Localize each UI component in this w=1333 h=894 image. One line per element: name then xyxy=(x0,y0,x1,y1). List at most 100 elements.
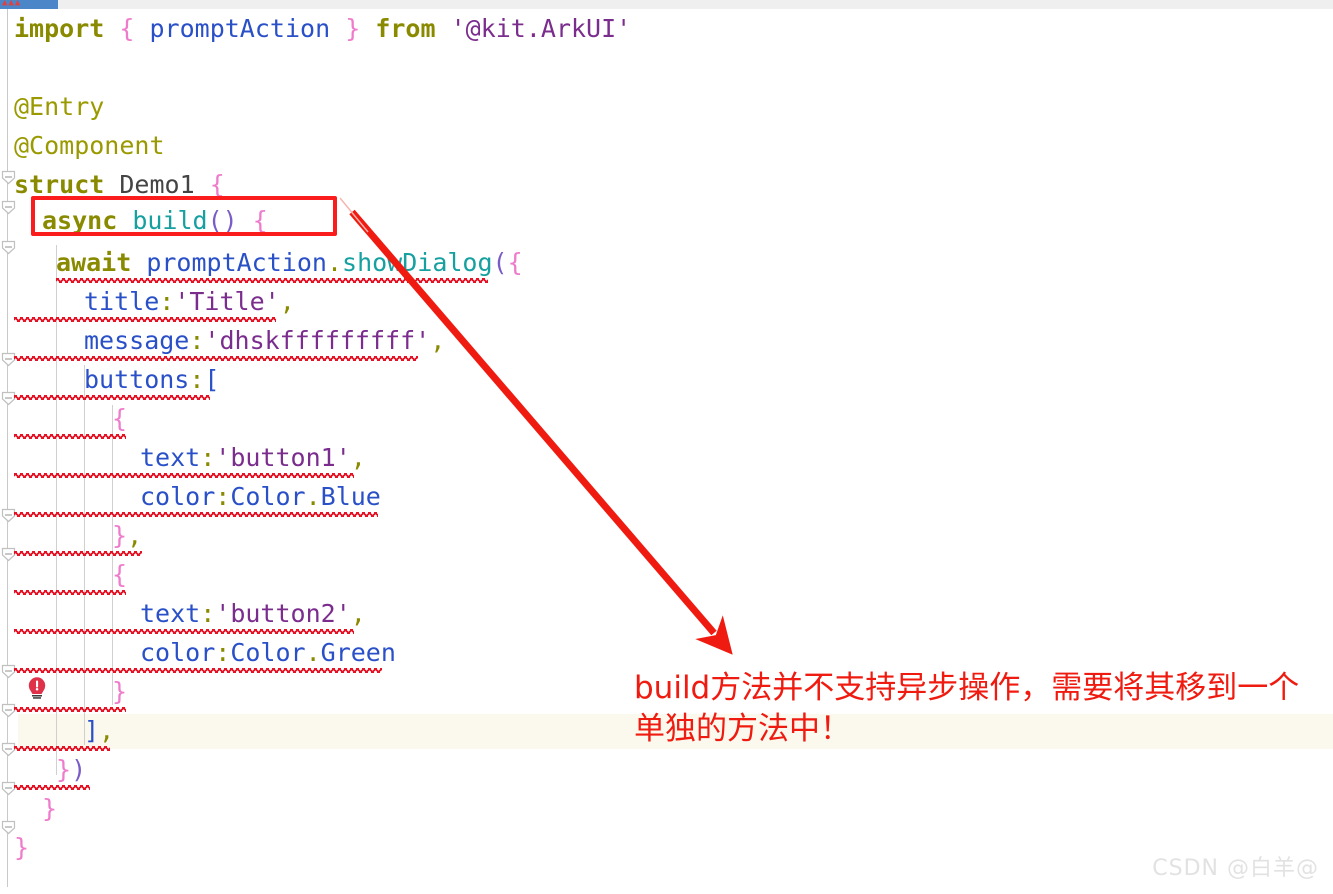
error-squiggle xyxy=(14,629,354,634)
code-token: 'button1' xyxy=(215,443,351,472)
code-token: buttons xyxy=(84,365,190,394)
code-line[interactable]: { xyxy=(112,399,127,438)
code-token: . xyxy=(326,248,343,277)
code-token: Green xyxy=(320,638,396,667)
code-line[interactable]: color:Color.Blue xyxy=(140,477,381,516)
error-squiggle xyxy=(14,434,126,439)
annotation-text: build方法并不支持异步操作，需要将其移到一个 单独的方法中！ xyxy=(634,668,1324,750)
error-squiggle xyxy=(14,512,378,517)
error-squiggle xyxy=(14,317,276,322)
code-token: text xyxy=(140,443,201,472)
code-token: [ xyxy=(204,365,220,394)
code-token: ( xyxy=(492,248,508,277)
error-squiggle xyxy=(14,473,354,478)
code-line[interactable]: title:'Title', xyxy=(84,282,295,321)
watermark: CSDN @白羊@ xyxy=(1152,856,1319,881)
code-token: @Component xyxy=(14,131,165,160)
code-line[interactable]: @Entry xyxy=(14,87,104,126)
code-token: struct xyxy=(14,170,105,199)
code-token: Demo1 xyxy=(119,170,195,199)
error-stripe-marks: ▲▲▲ xyxy=(2,0,22,8)
top-scrollbar-track[interactable]: ▲▲▲ xyxy=(0,0,1333,9)
code-token: : xyxy=(189,365,205,394)
error-squiggle xyxy=(14,746,110,751)
code-line[interactable]: }, xyxy=(112,516,142,555)
code-token: Color xyxy=(230,638,306,667)
code-line[interactable]: message:'dhskfffffffff', xyxy=(84,321,445,360)
code-token: : xyxy=(200,443,216,472)
code-token: '@kit.ArkUI' xyxy=(450,14,632,43)
code-token: from xyxy=(375,14,436,43)
code-token: } xyxy=(14,833,30,862)
code-line[interactable]: ], xyxy=(84,711,114,750)
code-token: await xyxy=(56,248,132,277)
code-token: 'dhskfffffffff' xyxy=(204,326,431,355)
code-token: : xyxy=(215,482,231,511)
error-squiggle xyxy=(14,395,210,400)
code-token: } xyxy=(345,14,361,43)
error-squiggle xyxy=(14,356,418,361)
code-token: : xyxy=(215,638,231,667)
code-token: 'button2' xyxy=(215,599,351,628)
code-token: title xyxy=(84,287,160,316)
code-line[interactable]: color:Color.Green xyxy=(140,633,396,672)
code-token: text xyxy=(140,599,201,628)
code-token: } xyxy=(112,521,128,550)
code-token: : xyxy=(159,287,175,316)
code-token: import xyxy=(14,14,105,43)
async-build-highlight-box xyxy=(31,196,337,236)
code-line[interactable]: import { promptAction } from '@kit.ArkUI… xyxy=(14,9,631,48)
code-token: , xyxy=(430,326,446,355)
code-token: : xyxy=(200,599,216,628)
code-token: { xyxy=(119,14,135,43)
code-token: : xyxy=(189,326,205,355)
code-line[interactable]: text:'button2', xyxy=(140,594,366,633)
code-editor-area[interactable]: import { promptAction } from '@kit.ArkUI… xyxy=(0,9,1333,894)
code-token: , xyxy=(127,521,143,550)
error-squiggle xyxy=(14,707,126,712)
code-line[interactable]: } xyxy=(112,672,127,711)
code-line[interactable]: } xyxy=(42,789,57,828)
code-token: showDialog xyxy=(342,248,493,277)
code-token: } xyxy=(112,677,128,706)
code-token: ) xyxy=(71,755,87,784)
code-line[interactable]: { xyxy=(112,555,127,594)
code-token: message xyxy=(84,326,190,355)
code-line[interactable]: await promptAction.showDialog({ xyxy=(56,243,523,282)
code-token: { xyxy=(209,170,225,199)
code-line[interactable]: } xyxy=(14,828,29,867)
annotation-text-line-2: 单独的方法中！ xyxy=(634,711,851,747)
code-token: ] xyxy=(84,716,100,745)
error-squiggle xyxy=(56,278,488,283)
code-token: Color xyxy=(230,482,306,511)
code-token: color xyxy=(140,482,216,511)
code-token: , xyxy=(279,287,295,316)
code-line[interactable]: buttons:[ xyxy=(84,360,219,399)
code-token: , xyxy=(350,443,366,472)
code-token: @Entry xyxy=(14,92,105,121)
code-token: promptAction xyxy=(146,248,327,277)
error-squiggle xyxy=(14,551,142,556)
code-token: color xyxy=(140,638,216,667)
code-token: . xyxy=(305,482,321,511)
error-squiggle xyxy=(14,668,382,673)
error-squiggle xyxy=(14,590,126,595)
code-token: } xyxy=(42,794,58,823)
code-token: , xyxy=(99,716,115,745)
code-line[interactable]: @Component xyxy=(14,126,165,165)
code-token: { xyxy=(507,248,523,277)
code-token: Blue xyxy=(320,482,381,511)
code-token: . xyxy=(305,638,321,667)
code-line[interactable]: }) xyxy=(56,750,86,789)
error-squiggle xyxy=(14,785,90,790)
code-line[interactable]: text:'button1', xyxy=(140,438,366,477)
annotation-text-line-1: build方法并不支持异步操作，需要将其移到一个 xyxy=(634,670,1300,706)
code-token: { xyxy=(112,560,128,589)
code-token: promptAction xyxy=(149,14,331,43)
